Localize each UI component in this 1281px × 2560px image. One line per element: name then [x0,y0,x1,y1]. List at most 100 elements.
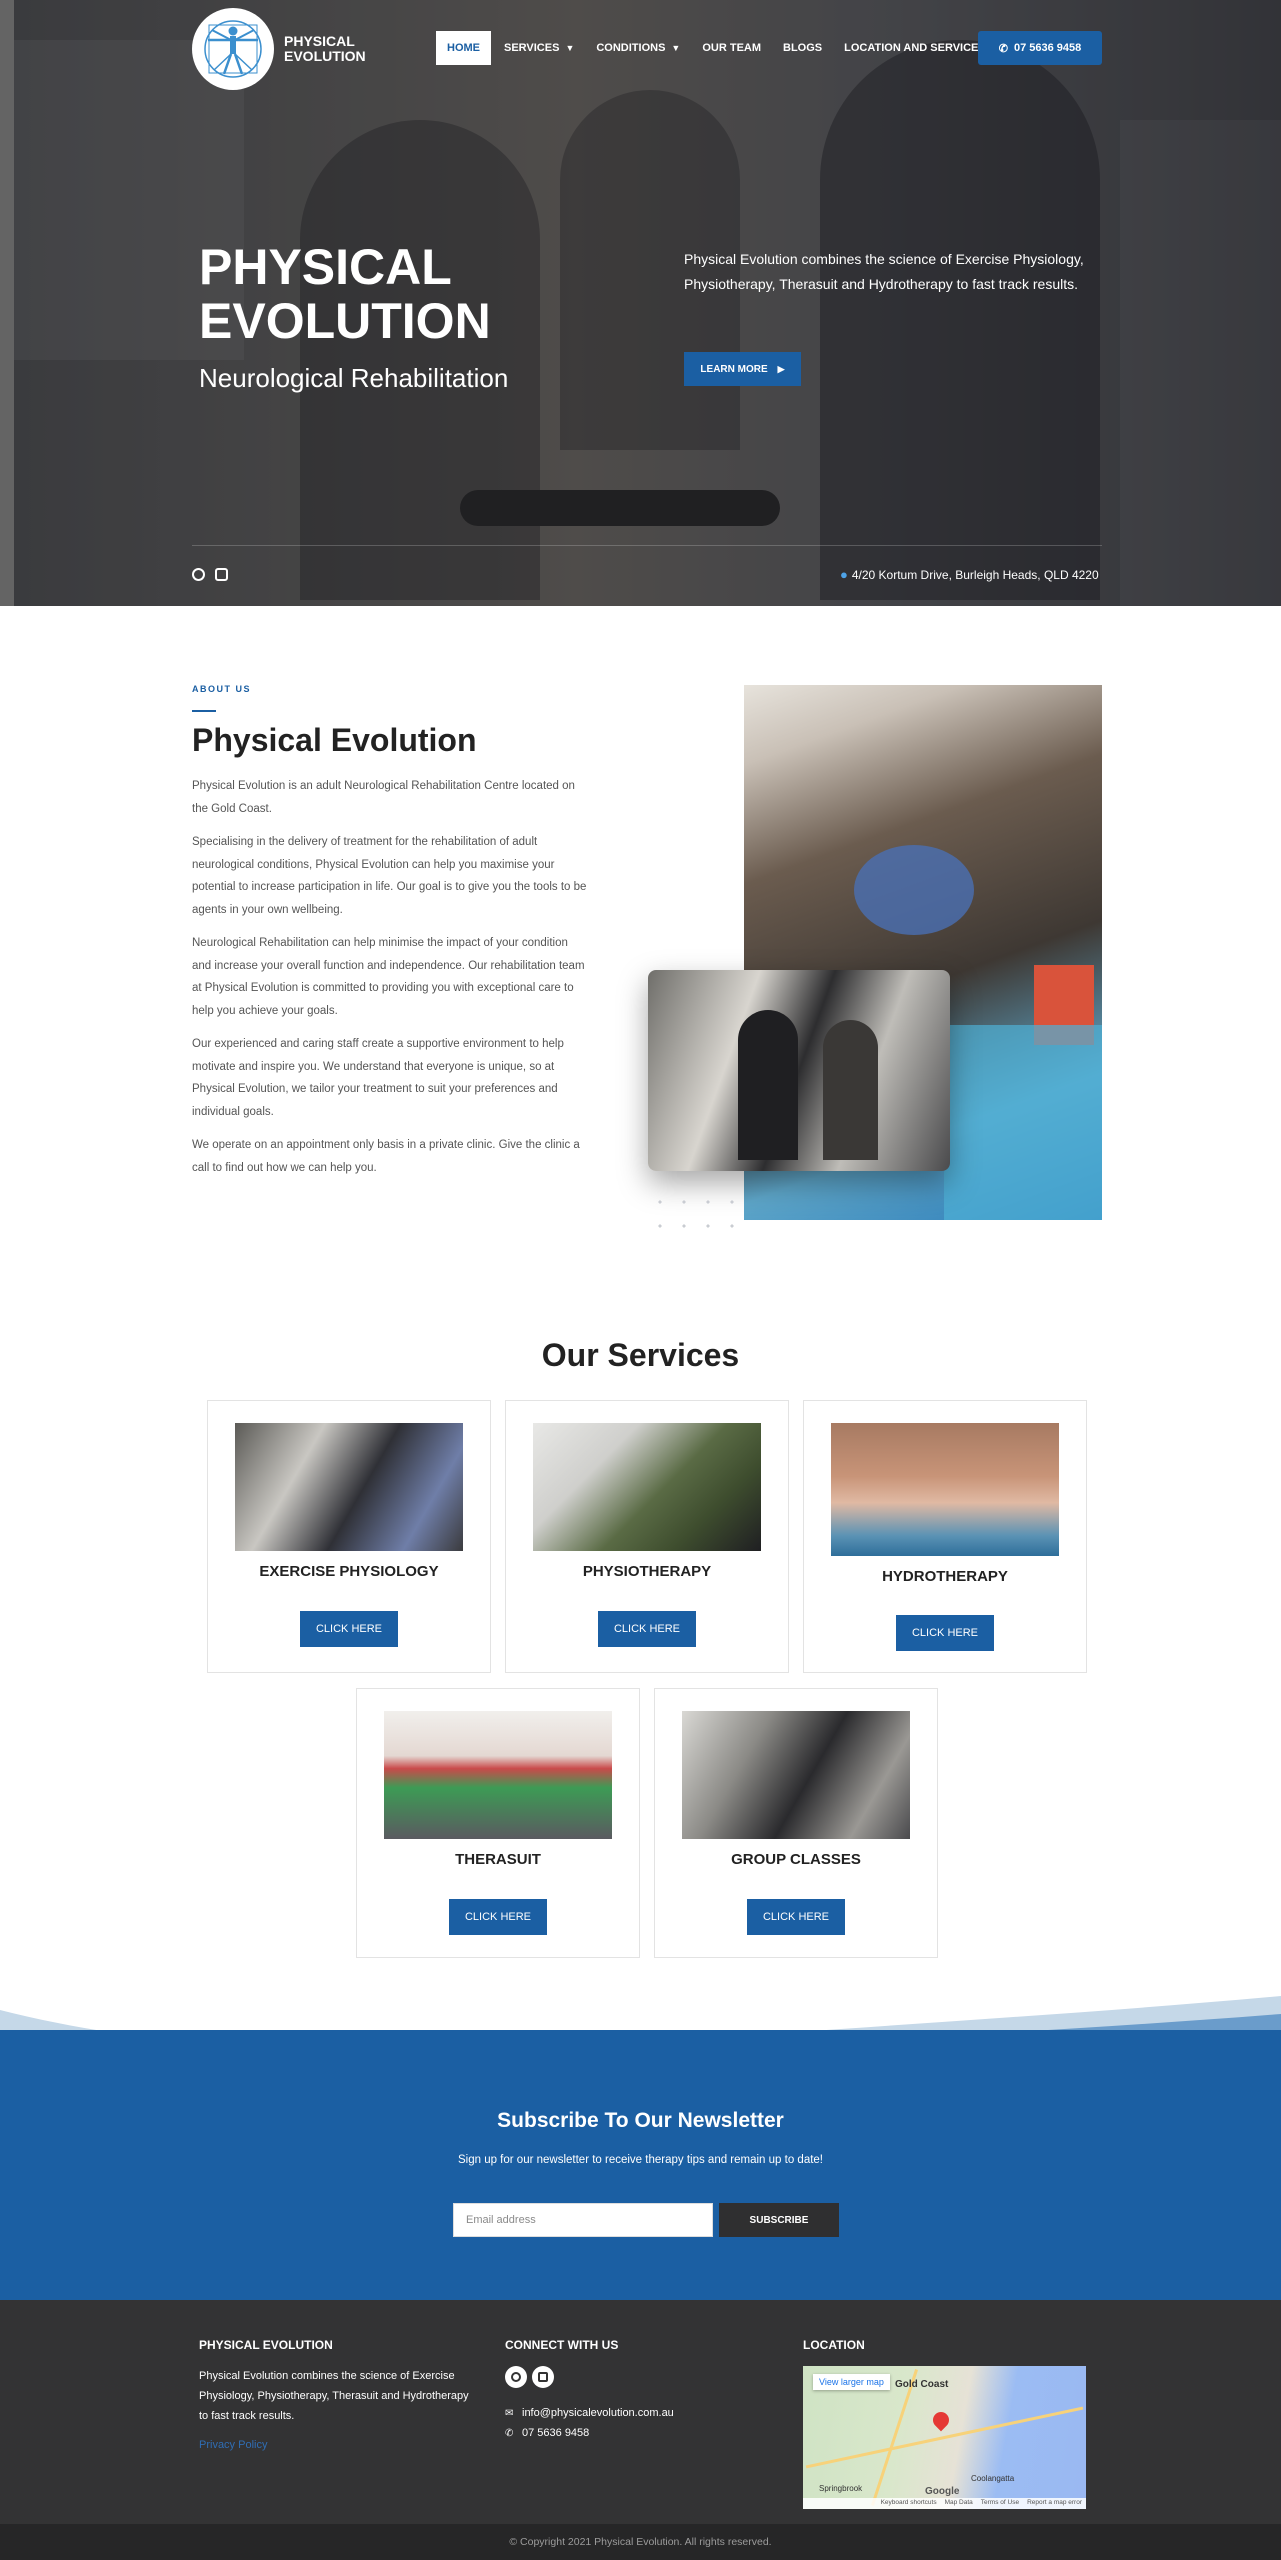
service-image [682,1711,910,1839]
service-name: THERASUIT [455,1851,541,1868]
hero-divider [192,545,1102,546]
service-card-physiotherapy: PHYSIOTHERAPY CLICK HERE [505,1400,789,1673]
view-larger-map-link[interactable]: View larger map [813,2374,890,2390]
arrow-right-icon: ▶ [777,363,785,374]
services-title: Our Services [541,1337,740,1373]
nav-item-label: LOCATION AND SERVICES [844,42,986,54]
decorative-dots [648,1190,744,1230]
service-click-here-button[interactable]: CLICK HERE [896,1615,994,1651]
service-click-here-button[interactable]: CLICK HERE [747,1899,845,1935]
service-click-here-button[interactable]: CLICK HERE [300,1611,398,1647]
facebook-glyph [511,2372,521,2382]
footer-phone-text: 07 5636 9458 [522,2427,590,2439]
hero-description: Physical Evolution combines the science … [684,251,1084,292]
service-name: EXERCISE PHYSIOLOGY [259,1563,439,1580]
nav-item-label: OUR TEAM [702,42,762,54]
logo-text-line2: EVOLUTION [284,48,366,64]
caret-down-icon: ▼ [671,43,681,53]
map-attribution-bar: Keyboard shortcuts Map Data Terms of Use… [803,2498,1086,2509]
image-detail [738,1010,798,1160]
service-name: HYDROTHERAPY [882,1568,1008,1585]
nav-item-blogs[interactable]: BLOGS [772,31,833,65]
logo-text: PHYSICAL EVOLUTION [284,34,374,64]
image-detail [823,1020,878,1160]
learn-more-button[interactable]: LEARN MORE ▶ [684,352,801,386]
about-body: Physical Evolution is an adult Neurologi… [192,775,587,1190]
main-nav: HOME SERVICES ▼ CONDITIONS ▼ OUR TEAM BLOG… [436,31,997,65]
map-data: Map Data [944,2499,973,2506]
footer-about-text: Physical Evolution combines the science … [199,2370,469,2422]
nav-item-home[interactable]: HOME [436,31,491,65]
about-title: Physical Evolution [192,722,477,758]
logo-badge [192,8,274,90]
map-label-coolangatta: Coolangatta [971,2474,1015,2483]
copyright-bar: © Copyright 2021 Physical Evolution. All… [0,2524,1281,2560]
privacy-policy-link[interactable]: Privacy Policy [199,2439,267,2451]
hero-title: PHYSICAL EVOLUTION [199,240,559,348]
phone-icon: ✆ [998,42,1008,55]
map-keyboard-shortcuts[interactable]: Keyboard shortcuts [881,2499,937,2508]
nav-item-services[interactable]: SERVICES ▼ [493,31,585,65]
hero-address: ● 4/20 Kortum Drive, Burleigh Heads, QLD… [840,567,1099,582]
footer-phone[interactable]: ✆ 07 5636 9458 [505,2427,589,2439]
email-icon: ✉ [505,2407,514,2419]
service-image [533,1423,761,1551]
footer-heading-location: LOCATION [803,2338,865,2352]
nav-item-label: CONDITIONS [596,42,666,54]
hero-social-links [192,568,228,581]
facebook-icon[interactable] [192,568,205,581]
about-label: ABOUT US [192,684,251,694]
newsletter-subtitle: Sign up for our newsletter to receive th… [457,2154,823,2166]
header-phone-button[interactable]: ✆ 07 5636 9458 [978,31,1102,65]
nav-item-label: HOME [447,42,480,54]
about-divider [192,710,216,712]
site-logo[interactable]: PHYSICAL EVOLUTION [192,8,374,90]
map-terms[interactable]: Terms of Use [981,2499,1019,2508]
image-detail [854,845,974,935]
footer-social-links [505,2366,554,2388]
hero-title-line1: PHYSICAL [199,239,452,295]
hero-section [0,0,1281,606]
location-pin-icon: ● [840,567,848,582]
map-marker-icon [929,2408,953,2432]
map-label-gold-coast: Gold Coast [895,2379,949,2390]
instagram-glyph [538,2372,548,2382]
about-image-small [648,970,950,1171]
service-card-hydrotherapy: HYDROTHERAPY CLICK HERE [803,1400,1087,1673]
map-label-springbrook: Springbrook [819,2484,863,2493]
service-click-here-button[interactable]: CLICK HERE [449,1899,547,1935]
nav-item-conditions[interactable]: CONDITIONS ▼ [585,31,691,65]
instagram-icon[interactable] [532,2366,554,2388]
newsletter-email-input[interactable] [453,2203,713,2237]
subscribe-button[interactable]: SUBSCRIBE [719,2203,839,2237]
image-detail [944,1025,1102,1220]
copyright-text: © Copyright 2021 Physical Evolution. All… [509,2536,772,2548]
service-name: PHYSIOTHERAPY [582,1563,712,1580]
instagram-icon[interactable] [215,568,228,581]
nav-item-label: SERVICES [504,42,560,54]
newsletter-title: Subscribe To Our Newsletter [497,2109,784,2132]
learn-more-label: LEARN MORE [700,363,768,375]
service-click-here-button[interactable]: CLICK HERE [598,1611,696,1647]
footer-email[interactable]: ✉ info@physicalevolution.com.au [505,2407,674,2419]
location-map[interactable]: Gold Coast Coolangatta Springbrook View … [803,2366,1086,2509]
about-paragraph: Specialising in the delivery of treatmen… [192,836,587,916]
service-card-therasuit: THERASUIT CLICK HERE [356,1688,640,1958]
footer-email-text: info@physicalevolution.com.au [522,2407,674,2419]
hero-title-line2: EVOLUTION [199,293,491,349]
phone-icon: ✆ [505,2427,514,2439]
service-image [384,1711,612,1839]
service-card-group-classes: GROUP CLASSES CLICK HERE [654,1688,938,1958]
google-logo: Google [925,2486,960,2497]
footer-heading-about: PHYSICAL EVOLUTION [199,2338,333,2352]
about-paragraph: Physical Evolution is an adult Neurologi… [192,780,575,815]
nav-item-location-and-services[interactable]: LOCATION AND SERVICES [833,31,997,65]
header-phone-label: 07 5636 9458 [1013,42,1082,54]
hero-overlay [0,0,1281,606]
map-report-error[interactable]: Report a map error [1027,2499,1082,2508]
facebook-icon[interactable] [505,2366,527,2388]
service-name: GROUP CLASSES [731,1851,861,1868]
nav-item-our-team[interactable]: OUR TEAM [691,31,772,65]
about-paragraph: Our experienced and caring staff create … [192,1038,564,1118]
vitruvian-man-icon [204,20,262,78]
